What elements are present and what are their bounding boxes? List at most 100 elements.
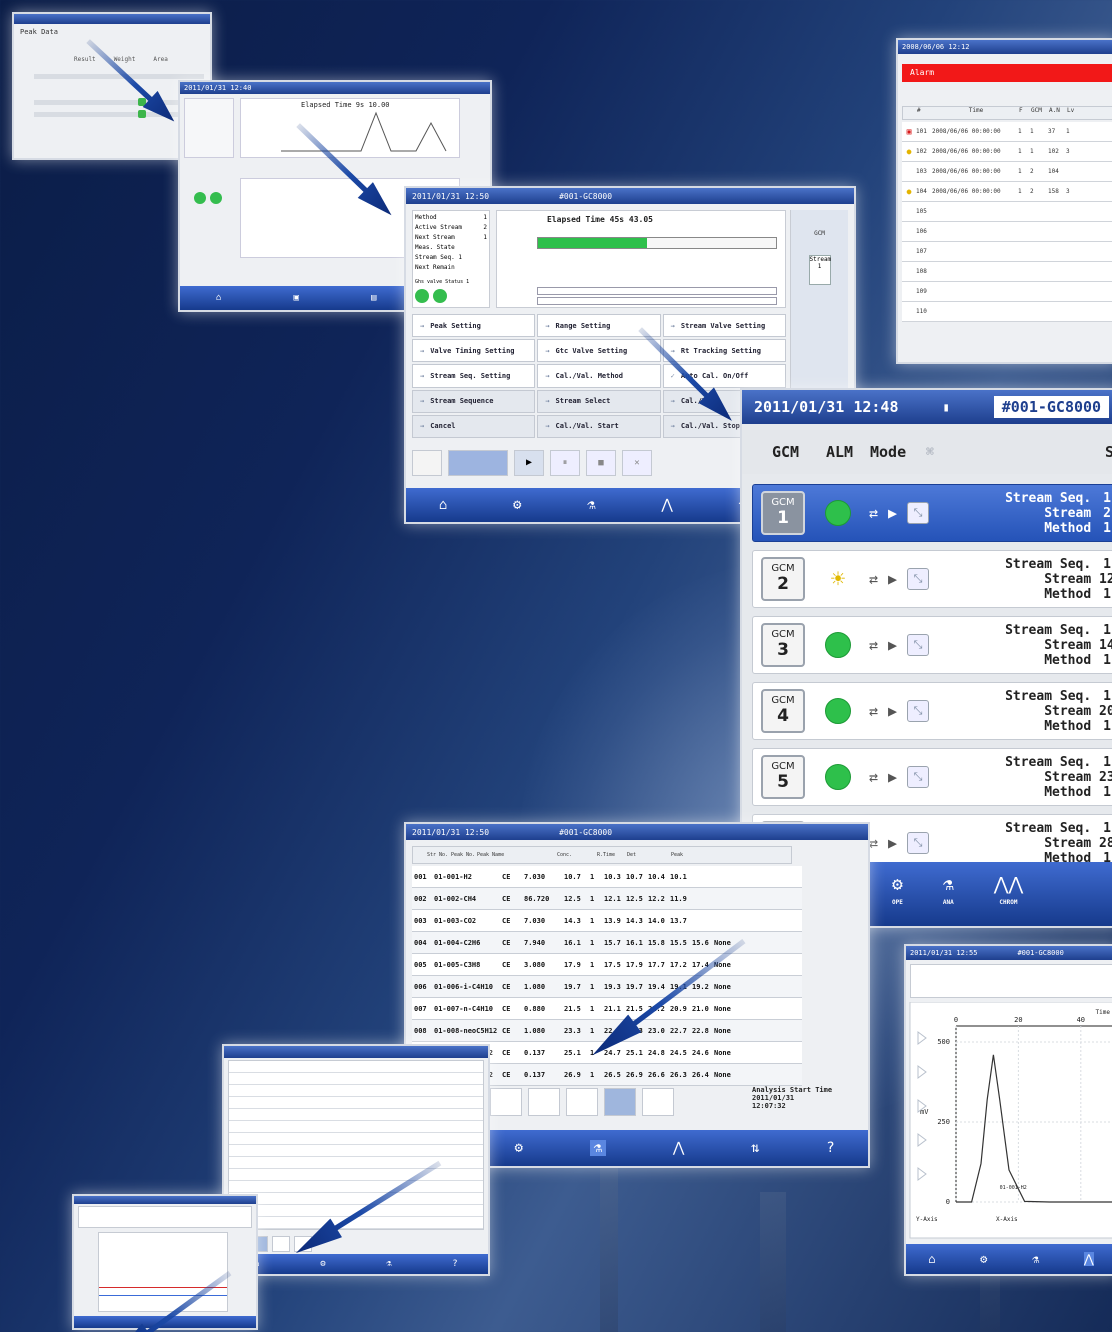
- view-button[interactable]: [604, 1088, 636, 1116]
- signal-icon: ▮: [942, 400, 950, 414]
- window-title: Peak Data: [20, 28, 58, 36]
- settings-item[interactable]: → Stream Valve Setting: [662, 314, 786, 338]
- cycle-icon: ⇄: [869, 834, 879, 852]
- home-icon[interactable]: ⌂: [928, 1252, 935, 1266]
- ana-icon[interactable]: ⚗: [589, 1140, 607, 1156]
- gcm-row[interactable]: GCM5 ⇄ ▶ ⤡ Stream Seq. 1Stream 23Method 1: [752, 748, 1112, 806]
- expand-icon[interactable]: ⤡: [907, 634, 930, 656]
- gcm-row[interactable]: GCM2 ☀ ⇄ ▶ ⤡ Stream Seq. 1Stream 12Method 1: [752, 550, 1112, 608]
- alarm-row[interactable]: 103 2008/06/06 00:00:00 1 2 104: [902, 162, 1112, 182]
- view-button[interactable]: [528, 1088, 560, 1116]
- alarm-cell: 1: [1066, 128, 1070, 135]
- settings-item[interactable]: → Cancel: [412, 414, 536, 438]
- gcm-row[interactable]: GCM3 ⇄ ▶ ⤡ Stream Seq. 1Stream 14Method 1: [752, 616, 1112, 674]
- settings-item[interactable]: → Cal./Val. Start: [537, 414, 661, 438]
- cycle-button[interactable]: [448, 450, 508, 476]
- hand-button[interactable]: [412, 450, 442, 476]
- settings-item-label: Rt Tracking Setting: [680, 346, 761, 355]
- view-button[interactable]: [566, 1088, 598, 1116]
- cycle-icon: ⇄: [869, 768, 879, 786]
- expand-icon[interactable]: ⤡: [907, 766, 930, 788]
- ope-icon[interactable]: ⚙: [513, 497, 521, 513]
- settings-item[interactable]: → Gtc Valve Setting: [537, 339, 661, 363]
- item-icon: →: [420, 321, 425, 330]
- gcm-row[interactable]: GCM4 ⇄ ▶ ⤡ Stream Seq. 1Stream 20Method 1: [752, 682, 1112, 740]
- cancel-button[interactable]: ✕: [622, 450, 652, 476]
- expand-icon[interactable]: ⤡: [907, 832, 930, 854]
- gcm-button[interactable]: GCM 2: [761, 557, 805, 601]
- table-cell: 003: [414, 916, 427, 925]
- ope-icon[interactable]: ⚙: [515, 1140, 523, 1156]
- table-cell: None: [714, 1070, 731, 1079]
- help-icon[interactable]: ?: [826, 1140, 834, 1156]
- table-row[interactable]: 002 01-002-CH4 CE 86.720 12.5 1 12.1 12.5 12.2 11…: [412, 888, 802, 910]
- gcm-button[interactable]: GCM 3: [761, 623, 805, 667]
- settings-item[interactable]: → Stream Sequence: [412, 389, 536, 413]
- tab-gcm[interactable]: GCM: [806, 230, 834, 237]
- gcm-button[interactable]: GCM 5: [761, 755, 805, 799]
- settings-item-label: Gtc Valve Setting: [555, 346, 628, 355]
- y-axis-control[interactable]: Y-Axis: [916, 1216, 938, 1223]
- alarm-row[interactable]: 109: [902, 282, 1112, 302]
- ope-icon[interactable]: ⚙: [980, 1252, 987, 1266]
- table-cell: 26.6: [648, 1070, 665, 1079]
- table-cell: 23.3: [564, 1026, 581, 1035]
- table-row[interactable]: 001 01-001-H2 CE 7.030 10.7 1 10.3 10.7 10.4 10.1: [412, 866, 802, 888]
- ope-button[interactable]: ⚙ OPE: [892, 876, 903, 910]
- alarm-row[interactable]: 108: [902, 262, 1112, 282]
- settings-item[interactable]: → Rt Tracking Setting: [662, 339, 786, 363]
- x-axis-label: Time: [1096, 1009, 1111, 1016]
- alarm-row[interactable]: 106: [902, 222, 1112, 242]
- chrom-icon[interactable]: ⋀: [661, 497, 672, 513]
- settings-item[interactable]: → Stream Seq. Setting: [412, 364, 536, 388]
- alarm-cell: 2008/06/06 00:00:00: [932, 188, 1001, 195]
- alarm-row[interactable]: 110: [902, 302, 1112, 322]
- home-icon[interactable]: ⌂: [439, 497, 447, 513]
- alarm-cell: 3: [1066, 148, 1070, 155]
- gcm-button[interactable]: GCM 1: [761, 491, 805, 535]
- settings-item[interactable]: → Stream Select: [537, 389, 661, 413]
- tab-stream[interactable]: Stream 1: [808, 255, 831, 285]
- stop-button[interactable]: ■: [586, 450, 616, 476]
- play-icon: ▶: [888, 570, 898, 588]
- table-cell: 12.1: [604, 894, 621, 903]
- table-cell: CE: [502, 938, 511, 947]
- expand-icon[interactable]: ⤡: [907, 700, 930, 722]
- stream-info: Stream Seq. 1Stream 20Method 1: [1005, 689, 1112, 734]
- ana-button[interactable]: ⚗ ANA: [943, 876, 954, 910]
- alarm-row[interactable]: ● 104 2008/06/06 00:00:00 1 2 158 3: [902, 182, 1112, 202]
- gcm-row[interactable]: GCM 1 ⇄ ▶ ⤡ Stream Seq. 1 Stream 2 Method 1: [752, 484, 1112, 542]
- play-icon: ▶: [888, 834, 898, 852]
- settings-item[interactable]: → Cal./Val. Method: [537, 364, 661, 388]
- gcm-button[interactable]: GCM 4: [761, 689, 805, 733]
- table-cell: 7.940: [524, 938, 546, 947]
- alarm-row[interactable]: 105: [902, 202, 1112, 222]
- alarm-row[interactable]: 107: [902, 242, 1112, 262]
- chrom-button[interactable]: ⋀⋀ CHROM: [994, 876, 1024, 910]
- table-cell: 1: [590, 894, 595, 903]
- expand-icon[interactable]: ⤡: [907, 502, 930, 524]
- pause-button[interactable]: ⏸: [550, 450, 580, 476]
- view-button[interactable]: [642, 1088, 674, 1116]
- home-icon[interactable]: ⌂: [216, 293, 221, 303]
- io-icon[interactable]: ⇅: [751, 1140, 759, 1156]
- table-row[interactable]: 003 01-003-CO2 CE 7.030 14.3 1 13.9 14.3 14.0 13.…: [412, 910, 802, 932]
- chrom-icon[interactable]: ⋀: [673, 1140, 684, 1156]
- alarm-row[interactable]: ● 102 2008/06/06 00:00:00 1 1 102 3: [902, 142, 1112, 162]
- alarm-row[interactable]: ▣ 101 2008/06/06 00:00:00 1 1 37 1: [902, 122, 1112, 142]
- expand-icon[interactable]: ⤡: [907, 568, 930, 590]
- table-cell: 001: [414, 872, 427, 881]
- x-axis-control[interactable]: X-Axis: [996, 1216, 1018, 1223]
- chrom-icon[interactable]: ⋀: [1083, 1252, 1094, 1266]
- settings-item[interactable]: → Valve Timing Setting: [412, 339, 536, 363]
- settings-item[interactable]: → Peak Setting: [412, 314, 536, 338]
- table-row[interactable]: 007 01-007-n-C4H10 CE 0.880 21.5 1 21.1 21.5 21.…: [412, 998, 802, 1020]
- ana-icon[interactable]: ⚗: [1032, 1252, 1039, 1266]
- table-row[interactable]: 006 01-006-i-C4H10 CE 1.080 19.7 1 19.3 19.7 19.…: [412, 976, 802, 998]
- table-row[interactable]: 005 01-005-C3H8 CE 3.080 17.9 1 17.5 17.9 17.7 17…: [412, 954, 802, 976]
- ana-icon[interactable]: ⚗: [587, 497, 595, 513]
- play-button[interactable]: ▶: [514, 450, 544, 476]
- warning-icon: ●: [906, 187, 912, 196]
- alarm-cell: 2: [1030, 168, 1034, 175]
- view-button[interactable]: [490, 1088, 522, 1116]
